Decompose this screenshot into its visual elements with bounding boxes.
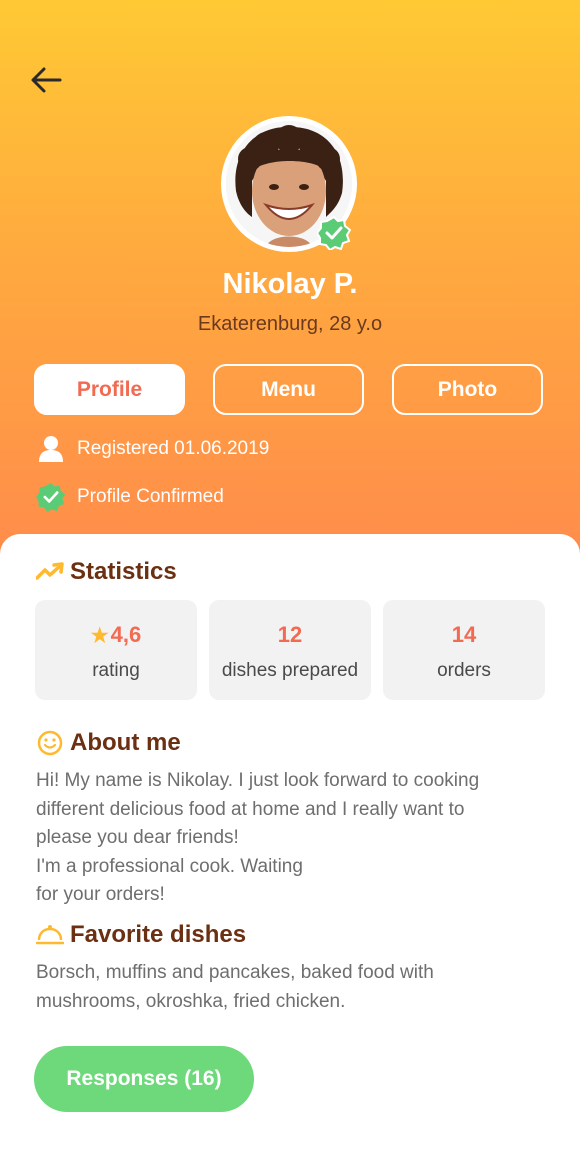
tab-photo[interactable]: Photo	[392, 364, 543, 415]
about-title: About me	[70, 729, 181, 756]
profile-tabs: Profile Menu Photo	[34, 364, 544, 415]
tab-menu[interactable]: Menu	[213, 364, 364, 415]
profile-header: Nikolay P. Ekaterenburg, 28 y.o Profile …	[0, 0, 580, 580]
profile-name: Nikolay P.	[222, 268, 358, 300]
confirmed-text: Profile Confirmed	[77, 486, 224, 507]
stat-rating: ★ 4,6 rating	[35, 600, 197, 700]
cloche-icon	[36, 921, 64, 949]
favorites-title: Favorite dishes	[70, 921, 247, 948]
about-heading: About me	[36, 729, 181, 757]
stat-orders-label: orders	[437, 660, 491, 681]
stat-dishes: 12 dishes prepared	[209, 600, 371, 700]
about-line: for your orders!	[36, 884, 165, 905]
stat-rating-value: 4,6	[110, 622, 142, 647]
stat-rating-label: rating	[92, 660, 140, 681]
about-line: please you dear friends!	[36, 827, 239, 848]
star-icon: ★	[90, 624, 109, 647]
tab-profile[interactable]: Profile	[34, 364, 185, 415]
favorites-line: Borsch, muffins and pancakes, baked food…	[36, 962, 434, 983]
stat-orders: 14 orders	[383, 600, 545, 700]
smile-icon	[36, 729, 64, 757]
profile-location: Ekaterenburg, 28 y.o	[197, 313, 383, 335]
user-icon	[36, 434, 66, 464]
trending-up-icon	[36, 558, 64, 586]
about-line: Hi! My name is Nikolay. I just look forw…	[36, 770, 480, 791]
verified-badge-icon	[317, 216, 351, 250]
stat-dishes-label: dishes prepared	[221, 660, 359, 681]
arrow-left-icon	[31, 67, 62, 93]
about-text: Hi! My name is Nikolay. I just look forw…	[36, 767, 536, 910]
registered-row: Registered 01.06.2019	[36, 434, 269, 464]
favorites-line: mushrooms, okroshka, fried chicken.	[36, 990, 346, 1012]
favorites-heading: Favorite dishes	[36, 921, 246, 949]
about-line: I'm a professional cook. Waiting	[36, 855, 303, 877]
statistics-title: Statistics	[70, 558, 177, 585]
responses-button[interactable]: Responses (16)	[34, 1046, 254, 1112]
stat-dishes-value: 12	[277, 622, 303, 647]
about-line: different delicious food at home and I r…	[36, 798, 465, 820]
avatar	[221, 116, 357, 252]
back-button[interactable]	[26, 60, 66, 100]
verified-icon	[36, 482, 66, 512]
favorites-text: Borsch, muffins and pancakes, baked food…	[36, 959, 536, 1016]
statistics-heading: Statistics	[36, 558, 177, 586]
stat-orders-value: 14	[451, 622, 477, 647]
registered-text: Registered 01.06.2019	[77, 438, 270, 459]
confirmed-row: Profile Confirmed	[36, 482, 224, 512]
